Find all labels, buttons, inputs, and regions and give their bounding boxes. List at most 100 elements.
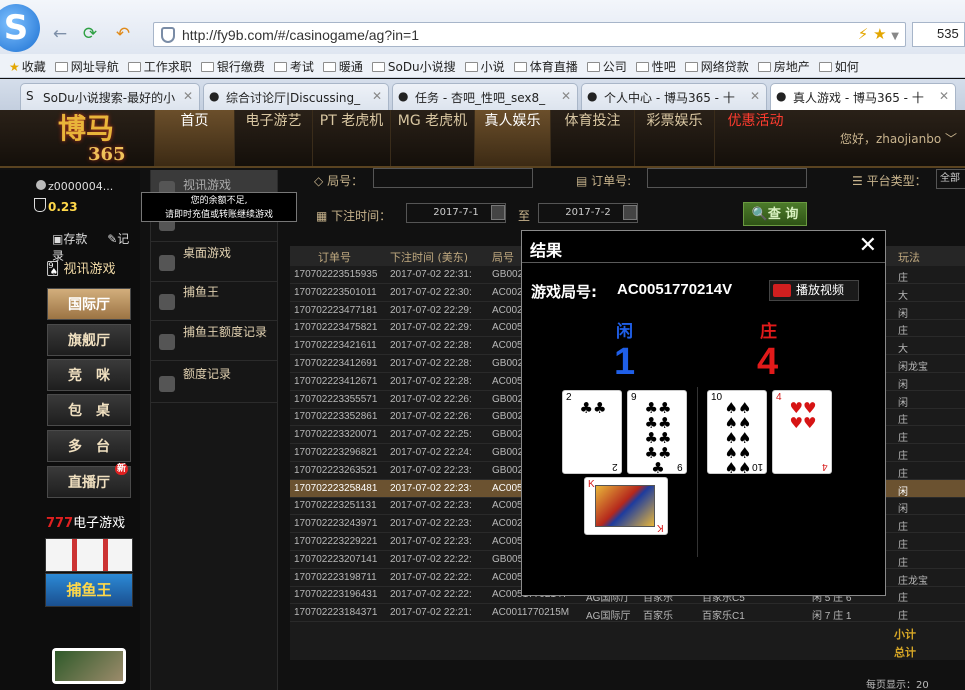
live-hall-button-3[interactable]: 包 桌 xyxy=(47,394,131,426)
close-icon[interactable]: ✕ xyxy=(859,233,877,258)
live-hall-button-5[interactable]: 直播厅新 xyxy=(47,463,131,498)
submenu-item-3[interactable]: 捕鱼王 xyxy=(151,283,277,321)
table-cell: 庄 xyxy=(898,468,908,480)
table-cell: 庄 xyxy=(898,557,908,569)
nav-item-1[interactable]: 电子游艺 xyxy=(234,110,312,166)
player-card-1: ♣♣ 2 2 xyxy=(562,390,622,474)
tab-close-icon[interactable]: ✕ xyxy=(561,89,571,103)
table-cell: AC0011770215M xyxy=(492,607,570,619)
card-rank: K xyxy=(588,479,595,490)
slot-machine-thumbnail[interactable] xyxy=(45,538,133,572)
bookmark-5[interactable]: 暖通 xyxy=(322,58,363,75)
extension-button[interactable]: 535 xyxy=(912,22,965,47)
bookmark-9[interactable]: 公司 xyxy=(586,58,627,75)
table-cell: 2017-07-02 22:28: xyxy=(390,340,472,352)
column-header-8: 玩法 xyxy=(898,251,920,264)
bookmark-12[interactable]: 房地产 xyxy=(757,58,810,75)
subtotal-label: 小计 xyxy=(894,628,916,641)
browser-logo-icon[interactable]: S xyxy=(0,4,40,52)
submenu-item-label: 额度记录 xyxy=(183,367,232,381)
bookmark-10[interactable]: 性吧 xyxy=(635,58,676,75)
address-url[interactable]: http://fy9b.com/#/casinogame/ag?in=1 xyxy=(182,27,419,43)
nav-item-6[interactable]: 彩票娱乐 xyxy=(634,110,714,166)
fishing-king-thumbnail[interactable]: 捕鱼王 xyxy=(45,573,133,607)
tab-1[interactable]: ● 综合讨论厅|Discussing_ ✕ xyxy=(203,83,389,110)
table-row[interactable]: 170702223184371 2017-07-02 22:21: AC001177… xyxy=(290,604,965,623)
tab-3[interactable]: ● 个人中心 - 博马365 - 十 ✕ xyxy=(581,83,767,110)
user-greeting[interactable]: 您好，zhaojianbo ﹀ xyxy=(840,130,957,147)
table-cell: 2017-07-02 22:22: xyxy=(390,589,472,601)
bookmark-13[interactable]: 如何 xyxy=(818,58,859,75)
tab-label: 综合讨论厅|Discussing_ xyxy=(226,91,361,105)
bookmark-label: 工作求职 xyxy=(143,60,192,74)
slots-section-title[interactable]: 777电子游戏 xyxy=(46,512,125,531)
live-hall-button-2[interactable]: 竞 咪 xyxy=(47,359,131,391)
undo-icon[interactable]: ↶ xyxy=(113,24,133,44)
tab-4[interactable]: ● 真人游戏 - 博马365 - 十 ✕ xyxy=(770,83,956,110)
calendar-to-icon[interactable] xyxy=(623,205,637,220)
order-input[interactable] xyxy=(647,168,807,188)
deposit-link[interactable]: ▣存款 xyxy=(52,232,95,246)
query-button[interactable]: 🔍查 询 xyxy=(743,202,807,226)
folder-icon xyxy=(635,62,649,72)
submenu-item-4[interactable]: 捕鱼王额度记录 xyxy=(151,323,277,361)
table-cell: 170702223258481 xyxy=(294,482,378,494)
bookmark-0[interactable]: ★ 收藏 xyxy=(9,58,46,75)
platform-select[interactable]: 全部 xyxy=(936,169,965,189)
table-cell: 庄 xyxy=(898,593,908,605)
table-cell: 庄 xyxy=(898,433,908,445)
card-rank: 4 xyxy=(776,392,782,403)
result-dialog: 结果 ✕ 游戏局号: AC0051770214V 播放视频 闲 1 庄 4 ♣♣… xyxy=(521,230,886,596)
player-label: 闲 xyxy=(616,322,633,342)
tab-close-icon[interactable]: ✕ xyxy=(750,89,760,103)
nav-item-5[interactable]: 体育投注 xyxy=(550,110,634,166)
player-card-3: KK xyxy=(584,477,668,535)
site-logo[interactable]: 博马 365 xyxy=(58,115,150,168)
bookmark-2[interactable]: 工作求职 xyxy=(127,58,192,75)
nav-item-3[interactable]: MG 老虎机 xyxy=(390,110,474,166)
tab-close-icon[interactable]: ✕ xyxy=(372,89,382,103)
nav-item-7[interactable]: 优惠活动 xyxy=(714,110,796,166)
tab-close-icon[interactable]: ✕ xyxy=(183,89,193,103)
card-rank-bottom: 2 xyxy=(612,461,618,472)
live-hall-button-4[interactable]: 多 台 xyxy=(47,430,131,462)
bookmark-6[interactable]: SoDu小说搜 xyxy=(371,58,456,75)
table-cell: 百家乐 xyxy=(643,611,673,623)
nav-item-0[interactable]: 首页 xyxy=(154,110,234,166)
table-cell: 庄龙宝 xyxy=(898,575,928,587)
calendar-from-icon[interactable] xyxy=(491,205,505,220)
submenu-item-5[interactable]: 额度记录 xyxy=(151,365,277,403)
bookmark-7[interactable]: 小说 xyxy=(464,58,505,75)
tab-close-icon[interactable]: ✕ xyxy=(939,89,949,103)
nav-item-4[interactable]: 真人娱乐 xyxy=(474,110,550,166)
greeting-text: 您好，zhaojianbo xyxy=(839,132,942,146)
table-cell: 170702223501011 xyxy=(294,286,377,298)
bookmark-label: 网址导航 xyxy=(70,60,119,74)
bookmark-3[interactable]: 银行缴费 xyxy=(200,58,265,75)
mobile-app-thumbnail[interactable] xyxy=(52,648,126,684)
play-video-button[interactable]: 播放视频 xyxy=(769,280,859,301)
live-hall-button-0[interactable]: 国际厅 xyxy=(47,288,131,320)
refresh-icon[interactable]: ⟳ xyxy=(80,24,100,44)
address-bar[interactable]: http://fy9b.com/#/casinogame/ag?in=1 ⚡ ★… xyxy=(153,22,906,47)
balance-value: 0.23 xyxy=(48,200,78,214)
bookmark-11[interactable]: 网络贷款 xyxy=(684,58,749,75)
back-icon[interactable]: ← xyxy=(50,24,70,44)
bookmark-4[interactable]: 考试 xyxy=(273,58,314,75)
tab-2[interactable]: ● 任务 - 杏吧_性吧_sex8_ ✕ xyxy=(392,83,578,110)
table-cell: 2017-07-02 22:23: xyxy=(390,482,472,494)
extension-label: 535 xyxy=(937,26,959,41)
tab-0[interactable]: S SoDu小说搜索-最好的小 ✕ xyxy=(20,83,200,110)
table-cell: 170702223475821 xyxy=(294,322,378,334)
nav-item-2[interactable]: PT 老虎机 xyxy=(312,110,390,166)
live-hall-button-1[interactable]: 旗舰厅 xyxy=(47,324,131,356)
bookmark-8[interactable]: 体育直播 xyxy=(513,58,578,75)
bookmark-label: 小说 xyxy=(480,60,505,74)
submenu-item-2[interactable]: 桌面游戏 xyxy=(151,244,277,282)
bookmark-1[interactable]: 网址导航 xyxy=(54,58,119,75)
round-input[interactable] xyxy=(373,168,533,188)
favorite-star-icon[interactable]: ⚡ ★ ▼ xyxy=(858,25,899,43)
live-section-title[interactable]: 🂩 视讯游戏 xyxy=(46,258,115,277)
folder-icon xyxy=(513,62,527,72)
table-cell: 闲龙宝 xyxy=(898,362,928,373)
